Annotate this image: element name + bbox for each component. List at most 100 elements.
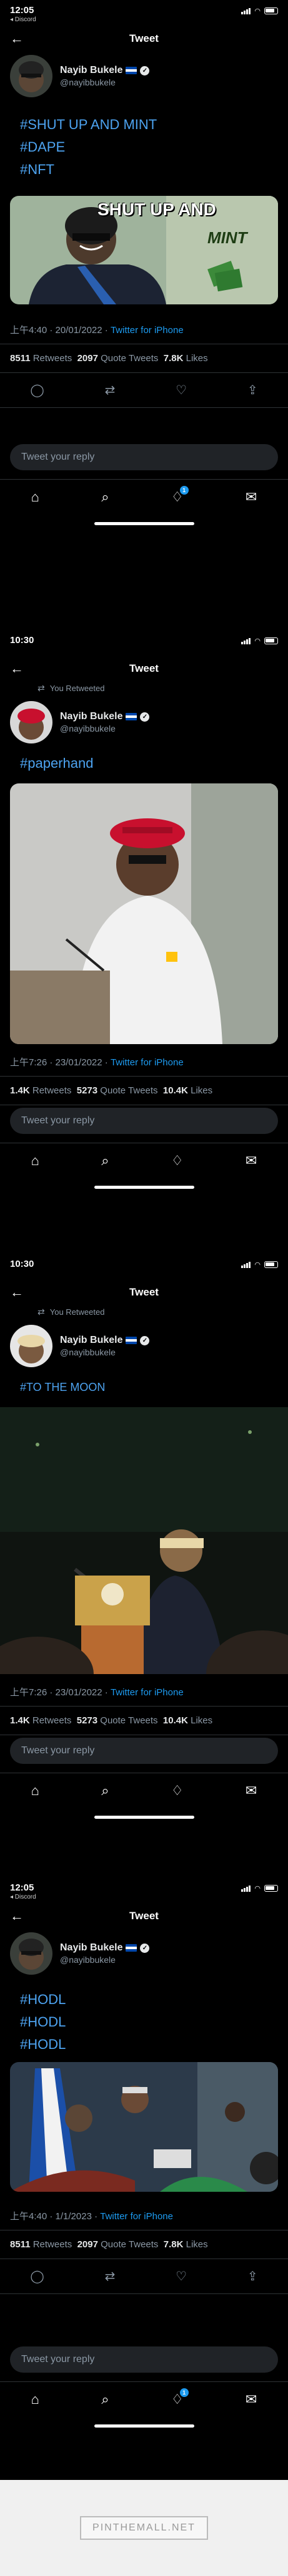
quotes-label: Quote Tweets [100,1085,158,1096]
notification-badge: 1 [179,485,189,495]
back-arrow-icon[interactable]: ← [10,1286,24,1299]
bell-icon[interactable]: ♢ [171,1153,184,1169]
mail-icon[interactable]: ✉ [246,489,257,505]
tab-bar: ⌂ ⌕ ♢ 1 ✉ [0,2381,288,2416]
bell-icon[interactable]: ♢ [171,1783,184,1799]
like-count[interactable]: 7.8K [164,2239,184,2250]
tweet-image[interactable]: SHUT UP AND MINT [10,196,278,304]
bell-icon[interactable]: ♢ 1 [171,485,189,505]
retweet-count[interactable]: 8511 [10,2239,31,2250]
client-link[interactable]: Twitter for iPhone [111,325,184,336]
avatar[interactable] [10,701,52,743]
search-icon[interactable]: ⌕ [101,1153,109,1169]
reply-input[interactable]: Tweet your reply [10,1738,278,1764]
back-to-app-link[interactable]: ◂ Discord [10,1894,36,1901]
tweet-image[interactable] [10,2062,278,2192]
quotes-label: Quote Tweets [101,2239,159,2250]
avatar[interactable] [10,55,52,97]
reply-icon[interactable]: ◯ [30,2269,44,2284]
flag-icon [126,67,137,74]
back-arrow-icon[interactable]: ← [10,662,24,675]
hashtag[interactable]: #TO THE MOON [20,1376,268,1398]
tab-bar: ⌂ ⌕ ♢ ✉ [0,1143,288,1178]
nav-bar: ← Tweet [0,1281,288,1304]
quote-count[interactable]: 2097 [77,2239,98,2250]
like-count[interactable]: 7.8K [164,353,184,364]
tweet-image[interactable] [10,783,278,1044]
quote-count[interactable]: 5273 [77,1085,97,1096]
avatar[interactable] [10,1325,52,1367]
home-icon[interactable]: ⌂ [31,2391,39,2408]
nav-bar: ← Tweet [0,657,288,680]
quote-count[interactable]: 2097 [77,353,98,364]
retweet-count[interactable]: 1.4K [10,1715,30,1726]
reply-input[interactable]: Tweet your reply [10,2346,278,2373]
bell-icon[interactable]: ♢ 1 [171,2388,189,2408]
status-bar: 12:05 ◂ Discord ◠ [0,0,288,27]
like-icon[interactable]: ♡ [176,382,187,398]
share-icon[interactable]: ⇪ [247,382,258,398]
like-icon[interactable]: ♡ [176,2269,187,2284]
mail-icon[interactable]: ✉ [246,2391,257,2408]
avatar[interactable] [10,1932,52,1975]
retweet-icon[interactable]: ⇄ [105,382,116,398]
tweet-author[interactable]: Nayib Bukele ✓ @nayibbukele [0,50,288,102]
retweet-icon[interactable]: ⇄ [105,2269,116,2284]
clock: 12:05 [10,5,34,16]
flag-icon [126,1337,137,1344]
clock: 10:30 [10,1259,34,1269]
quote-count[interactable]: 5273 [77,1715,97,1726]
tweet-image[interactable] [0,1407,288,1674]
home-icon[interactable]: ⌂ [31,1783,39,1799]
status-bar: 10:30 ◠ [0,1254,288,1281]
hashtag[interactable]: #DAPE [20,136,268,158]
share-icon[interactable]: ⇪ [247,2269,258,2284]
tab-bar: ⌂ ⌕ ♢ ✉ [0,1773,288,1808]
back-to-app-link[interactable]: ◂ Discord [10,16,36,23]
like-count[interactable]: 10.4K [163,1715,188,1726]
back-arrow-icon[interactable]: ← [10,32,24,46]
watermark-logo[interactable]: PINTHEMALL.NET [80,2516,208,2540]
tweet-meta: 上午4:40 · 1/1/2023 · Twitter for iPhone [0,2198,288,2230]
search-icon[interactable]: ⌕ [101,1783,109,1799]
page-title: Tweet [129,1286,159,1298]
hashtag[interactable]: #SHUT UP AND MINT [20,114,268,136]
client-link[interactable]: Twitter for iPhone [111,1057,184,1068]
tweet-author[interactable]: Nayib Bukele ✓ @nayibbukele [0,1927,288,1980]
reply-icon[interactable]: ◯ [30,382,44,398]
tweet-author[interactable]: Nayib Bukele ✓ @nayibbukele [0,1320,288,1372]
client-link[interactable]: Twitter for iPhone [111,1687,184,1698]
tweet-timestamp: 上午4:40 · 20/01/2022 · [10,325,111,336]
tweet-stats: 1.4K Retweets 5273 Quote Tweets 10.4K Li… [0,1077,288,1105]
mail-icon[interactable]: ✉ [246,1153,257,1169]
home-icon[interactable]: ⌂ [31,489,39,505]
hashtag[interactable]: #HODL [20,1988,268,2011]
hashtag[interactable]: #paperhand [20,752,268,775]
home-icon[interactable]: ⌂ [31,1153,39,1169]
retweet-count[interactable]: 1.4K [10,1085,30,1096]
back-arrow-icon[interactable]: ← [10,1909,24,1923]
client-link[interactable]: Twitter for iPhone [100,2211,173,2222]
mail-icon[interactable]: ✉ [246,1783,257,1799]
retweet-context: ⇄ You Retweeted [0,1304,288,1320]
tweet-screen-1: 12:05 ◂ Discord ◠ ← Tweet Nayib Bukele ✓ [0,0,288,630]
retweet-count[interactable]: 8511 [10,353,31,364]
tab-bar: ⌂ ⌕ ♢ 1 ✉ [0,479,288,514]
action-bar: ◯ ⇄ ♡ ⇪ [0,373,288,408]
retweets-label: Retweets [32,1715,72,1726]
author-handle: @nayibbukele [60,1347,116,1357]
reply-input[interactable]: Tweet your reply [10,444,278,470]
battery-icon [264,637,278,644]
reply-input[interactable]: Tweet your reply [10,1108,278,1134]
retweets-label: Retweets [32,353,72,364]
tweet-screen-2: 10:30 ◠ ← Tweet ⇄ You Retweeted Nayib Bu… [0,630,288,1254]
hashtag[interactable]: #HODL [20,2033,268,2056]
like-count[interactable]: 10.4K [163,1085,188,1096]
search-icon[interactable]: ⌕ [101,489,109,505]
hashtag[interactable]: #NFT [20,158,268,181]
search-icon[interactable]: ⌕ [101,2391,109,2408]
image-caption: SHUT UP AND [97,200,216,219]
notification-badge: 1 [179,2388,189,2397]
tweet-author[interactable]: Nayib Bukele ✓ @nayibbukele [0,696,288,748]
hashtag[interactable]: #HODL [20,2011,268,2033]
